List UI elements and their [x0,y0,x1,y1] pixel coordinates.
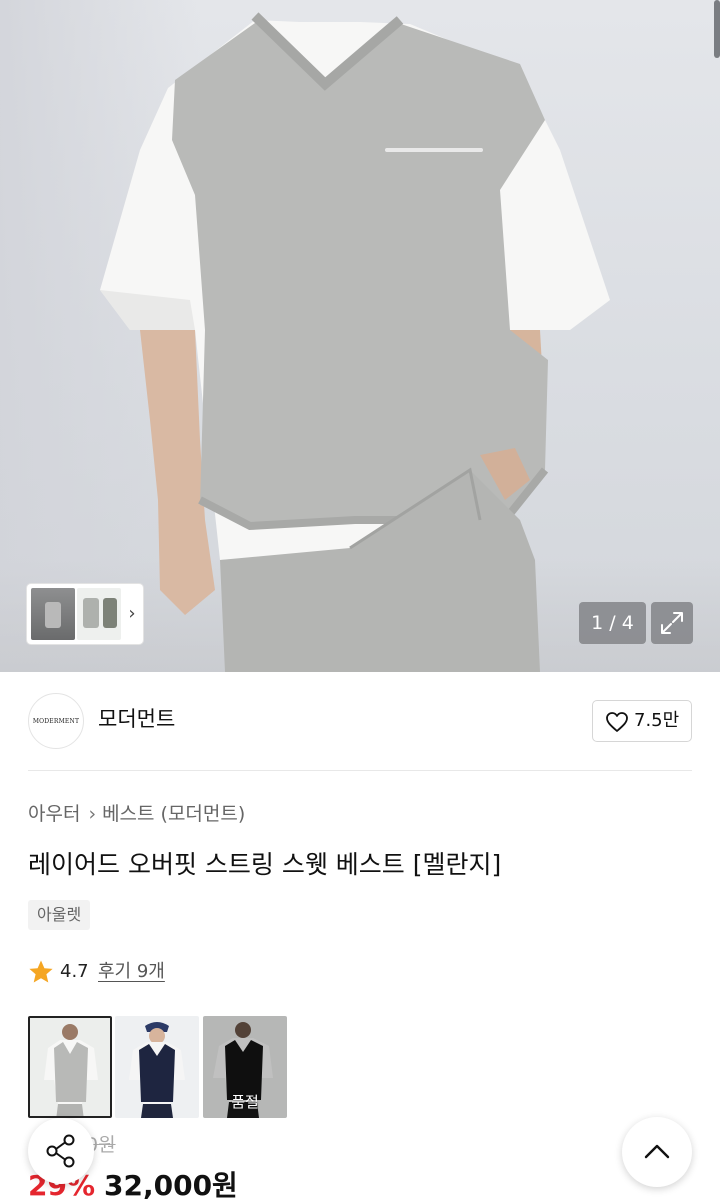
star-icon [29,960,53,983]
outlet-tag: 아울렛 [28,900,91,930]
option-thumbnail-navy[interactable] [115,1016,199,1118]
product-page: › 1 / 4 MODERMENT 모더먼트 7.5만 아우터 › 베스트 (모더먼… [0,0,720,1200]
chevron-right-icon[interactable]: › [123,602,141,626]
gallery-thumbnail-strip[interactable]: › [27,584,143,644]
scroll-top-button[interactable] [622,1117,692,1187]
share-button[interactable] [28,1118,94,1184]
sale-price: 32,000원 [104,1169,238,1200]
chevron-right-icon: › [88,803,97,825]
product-photo [100,12,610,672]
breadcrumb-subcategory[interactable]: 베스트 (모더먼트) [102,803,245,825]
page-scrollbar[interactable] [714,0,720,58]
product-title: 레이어드 오버핏 스트링 스웻 베스트 [멜란지] [28,850,502,879]
like-button[interactable]: 7.5만 [592,700,692,742]
reviews-link[interactable]: 후기 9개 [98,956,165,988]
product-image-gallery[interactable] [0,0,720,672]
expand-icon[interactable] [651,602,693,644]
like-count: 7.5만 [634,710,680,731]
heart-outline-icon [606,712,628,732]
seller-name[interactable]: 모더먼트 [98,704,175,734]
seller-logo[interactable]: MODERMENT [28,693,84,749]
soldout-label: 품절 [231,1093,259,1111]
breadcrumb: 아우터 › 베스트 (모더먼트) [28,800,245,828]
breadcrumb-category[interactable]: 아우터 [28,803,80,825]
option-thumbnail-melange[interactable] [28,1016,112,1118]
rating-score: 4.7 [60,961,89,982]
divider [28,770,692,771]
share-icon [46,1134,75,1168]
chevron-up-icon [644,1144,670,1159]
seller-row[interactable]: MODERMENT 모더먼트 7.5만 [0,690,720,770]
gallery-counter: 1 / 4 [579,602,646,644]
gallery-thumbnail[interactable] [31,588,75,640]
gallery-thumbnail[interactable] [77,588,121,640]
option-thumbnail-black[interactable]: 품절 [203,1016,287,1118]
